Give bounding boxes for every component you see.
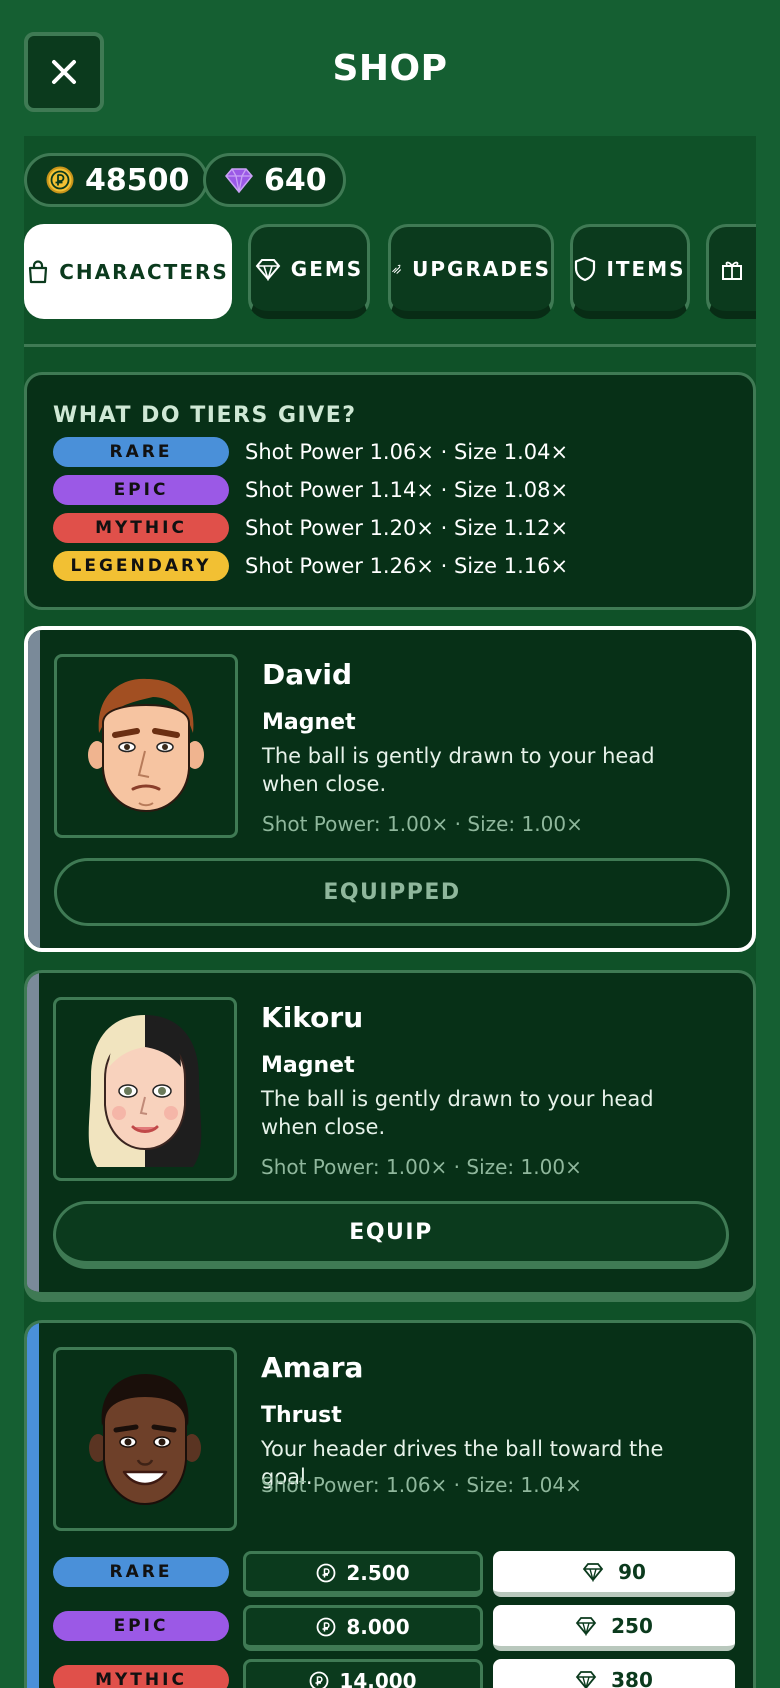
tab-label: UPGRADES	[412, 257, 551, 281]
buy-gems-button[interactable]: 380	[493, 1659, 735, 1688]
ability-desc: The ball is gently drawn to your head wh…	[261, 1087, 654, 1139]
character-name: Amara	[261, 1351, 364, 1384]
tab-gems[interactable]: GEMS	[248, 224, 370, 319]
avatar-amara	[53, 1347, 237, 1531]
equip-button[interactable]: EQUIP	[53, 1201, 729, 1269]
divider	[24, 344, 756, 347]
tier-row-epic: EPIC Shot Power 1.14× · Size 1.08×	[53, 475, 568, 505]
tier-badge: RARE	[53, 1557, 229, 1587]
ability-desc: The ball is gently drawn to your head wh…	[262, 744, 655, 796]
coin-icon	[310, 1671, 329, 1688]
buy-coins-button[interactable]: 8.000	[243, 1605, 483, 1651]
character-name: David	[262, 658, 353, 691]
gem-price-label: 380	[611, 1667, 653, 1688]
tab-items[interactable]: ITEMS	[570, 224, 690, 319]
coin-icon	[46, 166, 74, 194]
coin-price-label: 2.500	[346, 1560, 410, 1585]
tier-badge: EPIC	[53, 475, 229, 505]
ability-name: Thrust	[261, 1403, 342, 1428]
tier-desc: Shot Power 1.20× · Size 1.12×	[245, 516, 569, 540]
character-card-amara[interactable]: Amara Thrust Your header drives the ball…	[24, 1320, 756, 1688]
tab-label: GEMS	[290, 257, 364, 281]
gem-price-label: 250	[611, 1613, 653, 1638]
page-title: SHOP	[332, 48, 448, 89]
tier-row-legendary: LEGENDARY Shot Power 1.26× · Size 1.16×	[53, 551, 568, 581]
tab-gifts[interactable]	[706, 224, 756, 319]
tier-desc: Shot Power 1.26× · Size 1.16×	[245, 554, 569, 578]
gem-price-label: 90	[618, 1559, 646, 1584]
coin-icon	[316, 1617, 336, 1636]
tier-desc: Shot Power 1.06× · Size 1.04×	[245, 440, 569, 464]
tiers-info-card: WHAT DO TIERS GIVE? RARE Shot Power 1.06…	[24, 372, 756, 610]
tier-desc: Shot Power 1.14× · Size 1.08×	[245, 478, 569, 502]
shield-icon	[575, 256, 596, 282]
buy-coins-button[interactable]: 14.000	[243, 1659, 483, 1688]
tier-row-rare: RARE Shot Power 1.06× · Size 1.04×	[53, 437, 568, 467]
shop-tabs: CHARACTERS GEMS UPGRADES ITEMS	[24, 224, 756, 320]
buy-coins-button[interactable]: 2.500	[243, 1551, 483, 1597]
coin-price-label: 8.000	[346, 1614, 410, 1639]
coin-price-label: 14.000	[339, 1668, 417, 1688]
upgrade-icon	[392, 264, 401, 274]
buy-gems-button[interactable]: 90	[493, 1551, 735, 1597]
gem-icon	[575, 1670, 597, 1688]
equipped-button: EQUIPPED	[54, 858, 730, 926]
gift-icon	[722, 261, 742, 280]
character-card-david[interactable]: David Magnet The ball is gently drawn to…	[24, 626, 756, 952]
tab-characters[interactable]: CHARACTERS	[24, 224, 232, 319]
character-stats: Shot Power: 1.00× · Size: 1.00×	[261, 1155, 582, 1179]
tier-stripe	[27, 973, 39, 1292]
tab-label: CHARACTERS	[59, 259, 229, 284]
tier-badge: MYTHIC	[53, 1665, 229, 1688]
gem-icon	[575, 1616, 597, 1636]
ability-name: Magnet	[262, 710, 356, 735]
character-card-kikoru[interactable]: Kikoru Magnet The ball is gently drawn t…	[24, 970, 756, 1302]
coin-icon	[316, 1563, 336, 1582]
coin-amount: 48500	[85, 162, 190, 198]
tier-stripe	[27, 1323, 39, 1688]
ability-name: Magnet	[261, 1053, 355, 1078]
tier-stripe	[28, 630, 40, 948]
tier-badge: MYTHIC	[53, 513, 229, 543]
avatar-david	[54, 654, 238, 838]
character-stats: Shot Power: 1.00× · Size: 1.00×	[262, 812, 583, 836]
gem-icon	[582, 1562, 604, 1582]
avatar-kikoru	[53, 997, 237, 1181]
tier-badge: LEGENDARY	[53, 551, 229, 581]
tier-badge: EPIC	[53, 1611, 229, 1641]
gem-icon	[255, 259, 281, 281]
coin-balance: 48500	[24, 153, 209, 207]
tier-row-mythic: MYTHIC Shot Power 1.20× · Size 1.12×	[53, 513, 568, 543]
tab-label: ITEMS	[606, 257, 686, 281]
tab-upgrades[interactable]: UPGRADES	[388, 224, 554, 319]
gem-amount: 640	[264, 162, 327, 198]
character-name: Kikoru	[261, 1001, 364, 1034]
bag-icon	[29, 259, 48, 283]
character-stats: Shot Power: 1.06× · Size: 1.04×	[261, 1473, 582, 1497]
buy-gems-button[interactable]: 250	[493, 1605, 735, 1651]
tier-badge: RARE	[53, 437, 229, 467]
tiers-info-title: WHAT DO TIERS GIVE?	[53, 403, 357, 428]
gem-balance: 640	[203, 153, 346, 207]
gem-icon	[225, 168, 253, 194]
